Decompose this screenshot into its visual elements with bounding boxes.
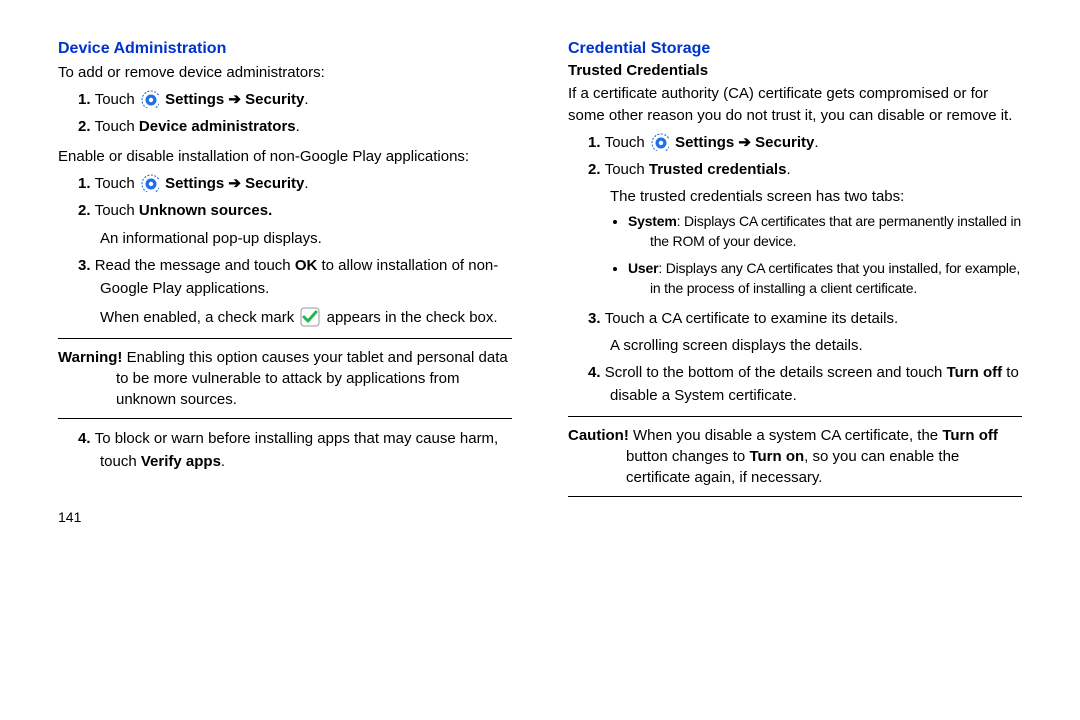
step-text: Touch a CA certificate to examine its de… [605, 310, 898, 327]
checkmark-icon [300, 307, 320, 327]
arrow-icon: ➔ [738, 134, 755, 151]
system-tab-desc: : Displays CA certificates that are perm… [650, 213, 1021, 249]
list-item: 3. Read the message and touch OK to allo… [78, 254, 512, 330]
trusted-cred-label: Trusted credentials [649, 161, 787, 178]
right-column: Credential Storage Trusted Credentials I… [540, 40, 1050, 700]
step-text: Read the message and touch [95, 257, 295, 274]
list-item: 4. Scroll to the bottom of the details s… [588, 361, 1022, 408]
step-continuation: The trusted credentials screen has two t… [610, 185, 1022, 208]
intro-text: To add or remove device administrators: [58, 62, 512, 84]
step-text: Touch [95, 91, 139, 108]
steps-list-right: 1. Touch Settings ➔ Security. 2. Touch T… [568, 131, 1022, 408]
left-column: Device Administration To add or remove d… [30, 40, 540, 700]
list-item: 1. Touch Settings ➔ Security. [588, 131, 1022, 154]
step-continuation: A scrolling screen displays the details. [610, 334, 1022, 357]
step-text: appears in the check box. [322, 309, 497, 326]
list-item: 2. Touch Unknown sources. An information… [78, 199, 512, 250]
section-heading: Credential Storage [568, 40, 1022, 58]
step-text: Touch [605, 161, 649, 178]
unknown-sources-label: Unknown sources. [139, 202, 272, 219]
caution-callout: Caution! When you disable a system CA ce… [568, 425, 1022, 488]
steps-list-b-cont: 4. To block or warn before installing ap… [58, 427, 512, 474]
caution-label: Caution! [568, 427, 629, 444]
steps-list-a: 1. Touch Settings ➔ Security. 2. Touch D… [58, 88, 512, 139]
step-text: Touch [605, 134, 649, 151]
gear-icon [141, 174, 159, 192]
intro-text: If a certificate authority (CA) certific… [568, 83, 1022, 127]
manual-page: Device Administration To add or remove d… [0, 0, 1080, 720]
system-tab-label: System [628, 213, 677, 229]
sub-heading: Trusted Credentials [568, 62, 1022, 79]
step-continuation: An informational pop-up displays. [100, 227, 512, 250]
warning-label: Warning! [58, 349, 122, 366]
settings-label: Settings [675, 134, 734, 151]
device-admin-label: Device administrators [139, 118, 296, 135]
step-text: When enabled, a check mark [100, 309, 298, 326]
user-tab-label: User [628, 260, 658, 276]
arrow-icon: ➔ [228, 175, 245, 192]
settings-label: Settings [165, 91, 224, 108]
gear-icon [141, 90, 159, 108]
list-item: User: Displays any CA certificates that … [628, 259, 1022, 298]
warning-callout: Warning! Enabling this option causes you… [58, 347, 512, 410]
step-text: Scroll to the bottom of the details scre… [605, 364, 947, 381]
caution-text: button changes to [626, 448, 749, 465]
turnon-label: Turn on [749, 448, 804, 465]
turnoff-label: Turn off [947, 364, 1003, 381]
settings-label: Settings [165, 175, 224, 192]
step-text: Touch [95, 175, 139, 192]
turnoff-label: Turn off [942, 427, 998, 444]
section-heading: Device Administration [58, 40, 512, 58]
list-item: 1. Touch Settings ➔ Security. [78, 172, 512, 195]
security-label: Security [245, 91, 304, 108]
divider [568, 416, 1022, 417]
user-tab-desc: : Displays any CA certificates that you … [650, 260, 1020, 296]
caution-text: When you disable a system CA certificate… [629, 427, 942, 444]
step-continuation: When enabled, a check mark appears in th… [100, 306, 512, 329]
list-item: 4. To block or warn before installing ap… [78, 427, 512, 474]
ok-label: OK [295, 257, 318, 274]
tabs-bullet-list: System: Displays CA certificates that ar… [610, 212, 1022, 298]
page-number: 141 [58, 509, 512, 525]
steps-list-b: 1. Touch Settings ➔ Security. 2. Touch U… [58, 172, 512, 330]
security-label: Security [245, 175, 304, 192]
list-item: System: Displays CA certificates that ar… [628, 212, 1022, 251]
list-item: 2. Touch Device administrators. [78, 115, 512, 138]
warning-body: Enabling this option causes your tablet … [116, 349, 508, 408]
security-label: Security [755, 134, 814, 151]
enable-intro: Enable or disable installation of non-Go… [58, 146, 512, 168]
arrow-icon: ➔ [228, 91, 245, 108]
divider [58, 338, 512, 339]
list-item: 1. Touch Settings ➔ Security. [78, 88, 512, 111]
list-item: 3. Touch a CA certificate to examine its… [588, 307, 1022, 358]
verify-apps-label: Verify apps [141, 453, 221, 470]
divider [568, 496, 1022, 497]
gear-icon [651, 133, 669, 151]
list-item: 2. Touch Trusted credentials. The truste… [588, 158, 1022, 299]
divider [58, 418, 512, 419]
step-text: Touch [95, 202, 139, 219]
